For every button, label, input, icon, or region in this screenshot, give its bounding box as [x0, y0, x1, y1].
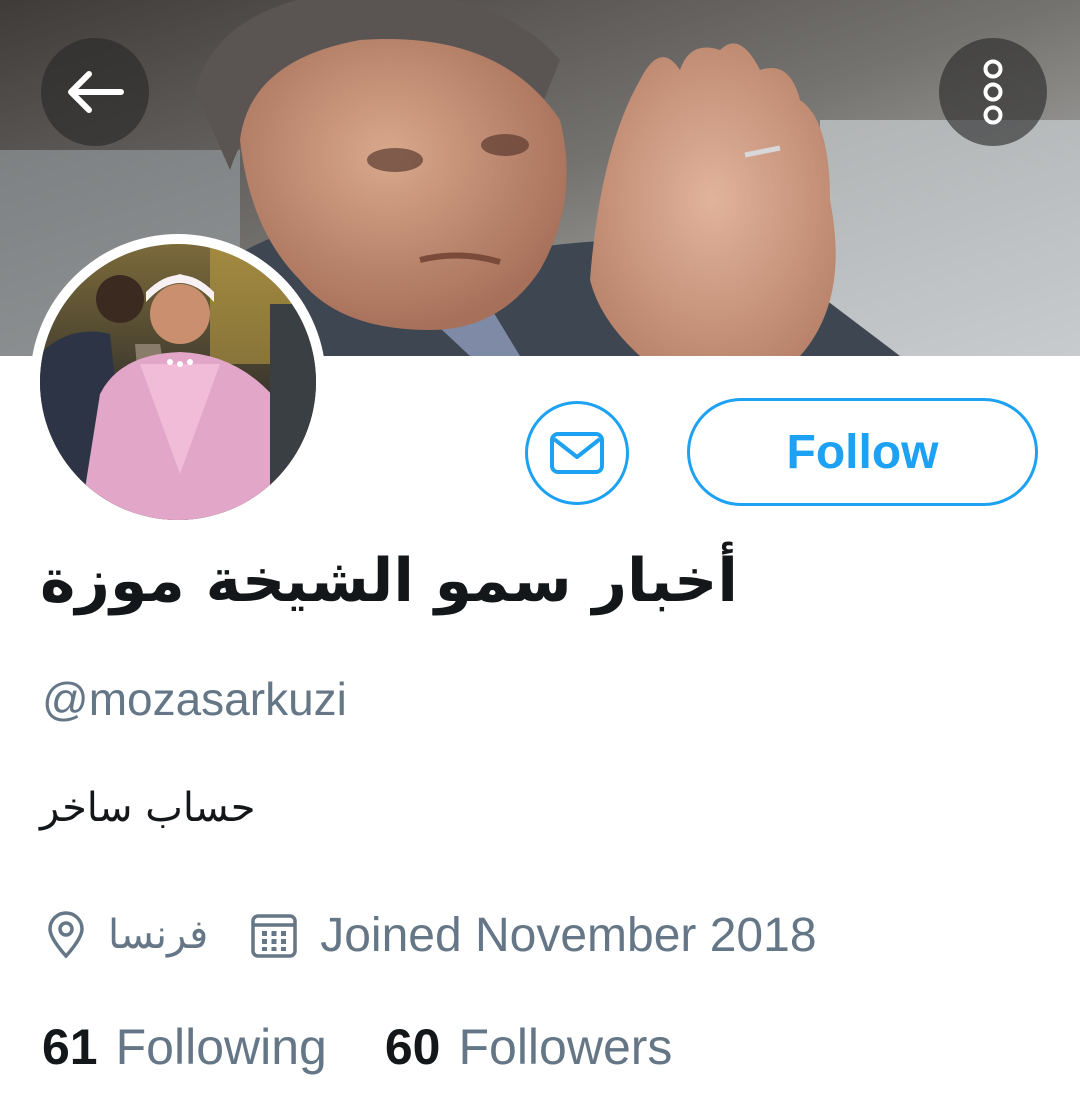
location-pin-icon: [46, 911, 86, 959]
more-vertical-icon: [983, 59, 1003, 125]
bio-text: حساب ساخر: [40, 785, 256, 831]
avatar-image: [40, 244, 316, 520]
followers-label: Followers: [458, 1019, 673, 1075]
more-options-button[interactable]: [939, 38, 1047, 146]
username-handle: @mozasarkuzi: [42, 673, 347, 725]
followers-link[interactable]: 60 Followers: [385, 1018, 673, 1076]
follow-button[interactable]: Follow: [687, 398, 1038, 506]
display-name: أخبار سمو الشيخة موزة: [40, 546, 738, 616]
joined-date: Joined November 2018: [320, 908, 817, 962]
location-text: فرنسا: [108, 912, 209, 958]
following-link[interactable]: 61 Following: [42, 1018, 327, 1076]
calendar-icon: [250, 911, 298, 959]
follow-stats: 61 Following 60 Followers: [42, 1018, 672, 1076]
back-button[interactable]: [41, 38, 149, 146]
message-button[interactable]: [525, 401, 629, 505]
profile-avatar[interactable]: [30, 234, 326, 530]
following-count: 61: [42, 1019, 98, 1075]
following-label: Following: [115, 1019, 327, 1075]
profile-meta-row: فرنسا Joined November 2018: [46, 900, 817, 970]
envelope-icon: [550, 432, 604, 474]
followers-count: 60: [384, 1019, 441, 1075]
arrow-left-icon: [68, 71, 124, 113]
